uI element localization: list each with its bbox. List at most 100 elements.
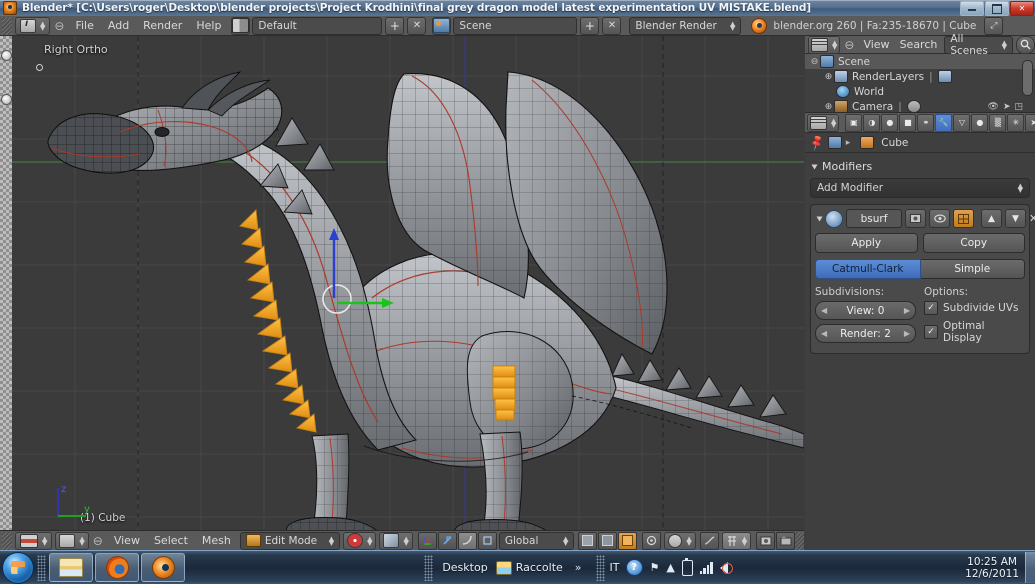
translate-manipulator-icon[interactable]: [418, 532, 437, 550]
editmode-toggle-icon[interactable]: [953, 209, 974, 228]
library-label[interactable]: Raccolte: [516, 561, 563, 574]
taskbar-grip[interactable]: [37, 555, 46, 581]
increment-icon[interactable]: ▶: [904, 306, 910, 315]
edge-select-icon[interactable]: [598, 532, 617, 550]
decrement-icon[interactable]: ◀: [821, 329, 827, 338]
strip-button-2[interactable]: [1, 94, 12, 105]
increment-icon[interactable]: ▶: [904, 329, 910, 338]
object-icon[interactable]: [828, 136, 842, 149]
menu-help[interactable]: Help: [189, 17, 228, 35]
render-animation-icon[interactable]: [776, 532, 795, 550]
outliner-display-mode[interactable]: All Scenes ▲▼: [944, 36, 1013, 54]
expander-icon[interactable]: ⊖: [809, 57, 820, 67]
outliner-row-world[interactable]: World: [805, 84, 1035, 99]
strip-button-1[interactable]: [1, 50, 12, 61]
3d-viewport[interactable]: Right Ortho (1) Cube z y: [12, 36, 804, 530]
new-scene-button[interactable]: +: [580, 17, 599, 35]
editor-type-selector-3d[interactable]: ▲▼: [15, 532, 52, 550]
menu-view[interactable]: View: [107, 532, 147, 550]
subdivide-uvs-row[interactable]: ✓ Subdivide UVs: [924, 301, 1025, 315]
render-toggle-icon[interactable]: [905, 209, 926, 228]
volume-muted-icon[interactable]: [720, 562, 728, 574]
delete-modifier-button[interactable]: ✕: [1029, 212, 1035, 225]
texture-tab[interactable]: ▒: [989, 114, 1006, 132]
snap-element-select[interactable]: ▲▼: [722, 532, 751, 550]
cursor-select-icon[interactable]: ➤: [1003, 102, 1011, 112]
shading-mode-button[interactable]: ▲▼: [55, 532, 88, 550]
show-desktop-button[interactable]: [1025, 552, 1035, 583]
modifiers-panel-title[interactable]: Modifiers: [810, 157, 1030, 178]
render-image-icon[interactable]: [756, 532, 775, 550]
render-layer-entry-icon[interactable]: [938, 70, 952, 83]
show-hidden-icon[interactable]: ▲: [666, 561, 674, 574]
realtime-toggle-icon[interactable]: [929, 209, 950, 228]
move-up-icon[interactable]: ▲: [981, 209, 1002, 228]
expander-icon[interactable]: ⊕: [823, 102, 834, 112]
outliner-scrollbar[interactable]: [1022, 60, 1033, 96]
scale-manipulator-icon[interactable]: [458, 532, 477, 550]
vertex-select-icon[interactable]: [578, 532, 597, 550]
eye-icon[interactable]: 👁: [988, 102, 999, 112]
outliner-menu-view[interactable]: View: [858, 36, 894, 54]
search-filter-icon[interactable]: [1016, 36, 1035, 54]
area-corner-grip[interactable]: [795, 532, 804, 550]
toolbar-grip[interactable]: [424, 555, 433, 581]
modifiers-tab[interactable]: 🔧: [935, 114, 952, 132]
render-visibility-icon[interactable]: ◳: [1014, 102, 1023, 112]
modifier-name-field[interactable]: bsurf: [846, 209, 902, 228]
menu-mesh[interactable]: Mesh: [195, 532, 238, 550]
firefox-taskbar-icon[interactable]: [95, 553, 139, 582]
help-icon[interactable]: ?: [626, 559, 643, 576]
collapse-menu-icon[interactable]: ⊖: [844, 38, 854, 52]
screen-layout-field[interactable]: Default: [252, 17, 382, 35]
optimal-display-row[interactable]: ✓ Optimal Display: [924, 320, 1025, 344]
desktop-toolbar-label[interactable]: Desktop: [442, 561, 487, 574]
copy-button[interactable]: Copy: [923, 233, 1026, 253]
optimal-display-checkbox[interactable]: ✓: [924, 325, 938, 339]
maximize-button[interactable]: [985, 1, 1009, 16]
outliner-row-camera[interactable]: ⊕ Camera | 👁 ➤ ◳: [805, 99, 1035, 113]
language-indicator[interactable]: IT: [610, 561, 620, 574]
scene-name-field[interactable]: Scene: [453, 17, 577, 35]
delete-scene-button[interactable]: ✕: [602, 17, 621, 35]
smooth-falloff-icon[interactable]: [700, 532, 719, 550]
render-tab[interactable]: ▣: [845, 114, 862, 132]
catmull-clark-button[interactable]: Catmull-Clark: [815, 259, 921, 279]
interaction-mode-select[interactable]: Edit Mode ▲▼: [240, 532, 340, 550]
render-engine-select[interactable]: Blender Render ▲▼: [629, 17, 741, 35]
rotate-manipulator-icon[interactable]: [438, 532, 457, 550]
outliner-row-scene[interactable]: ⊖ Scene: [805, 54, 1035, 69]
delete-layout-button[interactable]: ✕: [407, 17, 426, 35]
outliner-row-renderlayers[interactable]: ⊕ RenderLayers |: [805, 69, 1035, 84]
camera-data-icon[interactable]: [907, 100, 921, 113]
subdivide-uvs-checkbox[interactable]: ✓: [924, 301, 938, 315]
menu-render[interactable]: Render: [136, 17, 189, 35]
close-button[interactable]: ✕: [1010, 1, 1034, 16]
network-icon[interactable]: [700, 562, 713, 574]
menu-file[interactable]: File: [68, 17, 100, 35]
outliner-menu-search[interactable]: Search: [895, 36, 943, 54]
decrement-icon[interactable]: ◀: [821, 306, 827, 315]
minimize-button[interactable]: [960, 1, 984, 16]
add-modifier-button[interactable]: Add Modifier ▲▼: [810, 178, 1030, 198]
material-tab[interactable]: ●: [971, 114, 988, 132]
render-levels-field[interactable]: ◀ Render: 2 ▶: [815, 324, 916, 343]
view-levels-field[interactable]: ◀ View: 0 ▶: [815, 301, 916, 320]
screen-layout-icon[interactable]: [231, 17, 250, 35]
world-tab[interactable]: ●: [881, 114, 898, 132]
expander-icon[interactable]: ⊕: [823, 72, 834, 82]
snap-target-select[interactable]: ▲▼: [379, 532, 412, 550]
action-center-icon[interactable]: ⚑: [650, 561, 660, 574]
apply-button[interactable]: Apply: [815, 233, 918, 253]
physics-tab[interactable]: ➤: [1025, 114, 1035, 132]
outliner-tree[interactable]: ⊖ Scene ⊕ RenderLayers | World ⊕: [805, 54, 1035, 113]
collapse-menu-icon[interactable]: ⊖: [54, 19, 64, 33]
simple-button[interactable]: Simple: [921, 259, 1026, 279]
particles-tab[interactable]: ✳: [1007, 114, 1024, 132]
overflow-chevron-icon[interactable]: »: [575, 561, 582, 574]
collapse-menu-icon[interactable]: ⊖: [93, 534, 103, 548]
constraints-tab[interactable]: ⚭: [917, 114, 934, 132]
new-layout-button[interactable]: +: [385, 17, 404, 35]
scene-tab[interactable]: ◑: [863, 114, 880, 132]
object-data-tab[interactable]: ▽: [953, 114, 970, 132]
